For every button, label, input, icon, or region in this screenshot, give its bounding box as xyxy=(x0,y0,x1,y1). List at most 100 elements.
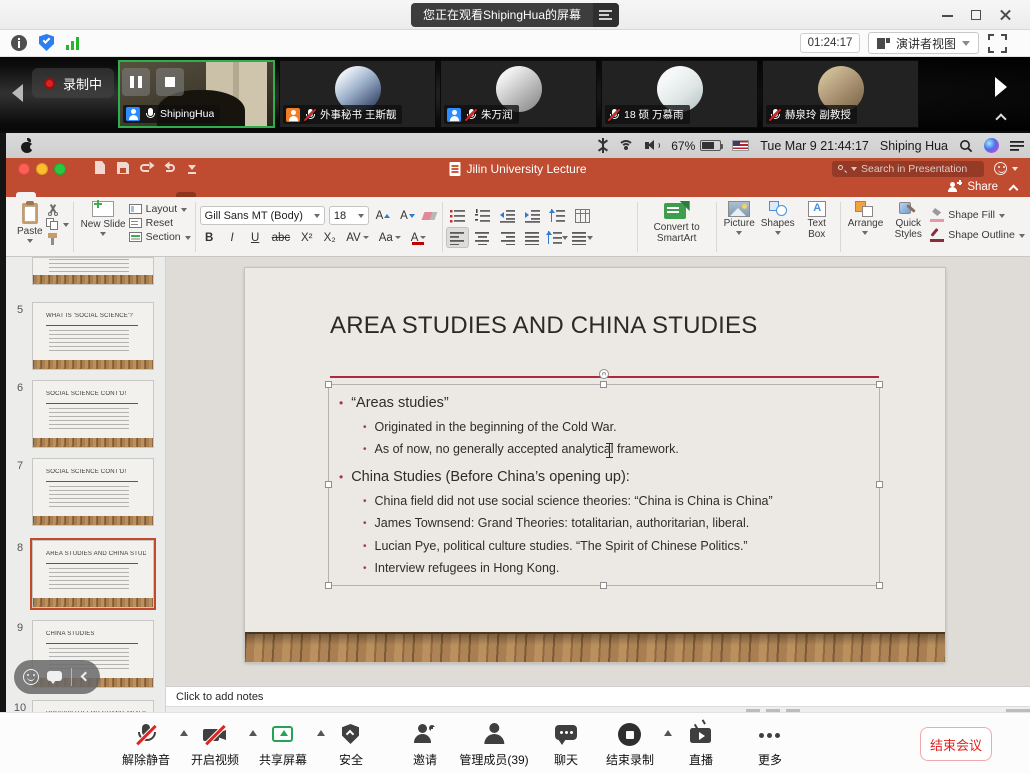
menubar-clock[interactable]: Tue Mar 9 21:44:17 xyxy=(760,139,869,153)
share-button[interactable]: Share xyxy=(948,181,998,193)
zoom-toolbar-button[interactable]: 安全 xyxy=(337,722,365,768)
bullet-line[interactable]: • “Areas studies” xyxy=(339,395,873,412)
traffic-light-minimize-button[interactable] xyxy=(36,163,48,175)
slide-thumbnail[interactable]: 8 AREA STUDIES AND CHINA STUDIES xyxy=(6,540,166,608)
zoom-toolbar-button[interactable]: 邀请 xyxy=(411,722,439,768)
meeting-info-icon[interactable] xyxy=(11,35,27,51)
align-left-button[interactable] xyxy=(447,228,468,247)
slide-title[interactable]: AREA STUDIES AND CHINA STUDIES xyxy=(330,312,757,340)
shape-outline-button[interactable]: Shape Outline xyxy=(930,228,1025,242)
resize-handle[interactable] xyxy=(876,481,883,488)
redo-icon[interactable] xyxy=(163,161,176,176)
traffic-light-close-button[interactable] xyxy=(18,163,30,175)
feedback-smiley-button[interactable] xyxy=(994,162,1018,176)
participant-tile[interactable]: 赫泉玲 副教授 xyxy=(762,60,919,128)
resize-handle[interactable] xyxy=(600,582,607,589)
slide-thumbnail[interactable] xyxy=(6,257,166,285)
apple-logo-icon[interactable] xyxy=(20,138,34,154)
resize-handle[interactable] xyxy=(325,381,332,388)
minimize-button[interactable] xyxy=(940,7,956,23)
notification-center-icon[interactable] xyxy=(1010,140,1024,152)
toolbar-button-caret-icon[interactable] xyxy=(664,730,672,736)
text-box-button[interactable]: Text Box xyxy=(798,200,836,241)
scroll-right-arrow[interactable] xyxy=(995,77,1007,97)
slide-thumbnail[interactable]: 10 POSSIBILITY FOR GRAND ANALYTICAL xyxy=(6,700,166,712)
spotlight-search-icon[interactable] xyxy=(959,139,973,153)
bluetooth-icon[interactable] xyxy=(598,138,607,153)
slide-canvas[interactable]: AREA STUDIES AND CHINA STUDIES • “Areas … xyxy=(245,268,945,662)
bullets-button[interactable] xyxy=(447,206,468,225)
bold-button[interactable]: B xyxy=(200,228,219,247)
resize-handle[interactable] xyxy=(876,582,883,589)
copy-button[interactable] xyxy=(46,218,69,231)
new-slide-button[interactable]: New Slide xyxy=(78,200,129,237)
picture-button[interactable]: Picture xyxy=(721,200,758,236)
superscript-button[interactable]: X² xyxy=(297,228,316,247)
increase-indent-button[interactable] xyxy=(522,206,543,225)
change-case-button[interactable]: Aa xyxy=(376,228,404,247)
resize-handle[interactable] xyxy=(876,381,883,388)
justify-button[interactable] xyxy=(522,228,543,247)
font-size-combobox[interactable]: 18 xyxy=(329,206,369,225)
decrease-indent-button[interactable] xyxy=(497,206,518,225)
font-name-combobox[interactable]: Gill Sans MT (Body) xyxy=(200,206,325,225)
zoom-toolbar-button[interactable]: 结束录制 xyxy=(606,722,654,768)
participant-tile[interactable]: 朱万润 xyxy=(440,60,597,128)
maximize-button[interactable] xyxy=(968,7,984,23)
bullet-line[interactable]: • James Townsend: Grand Theories: totali… xyxy=(363,516,873,531)
notes-pane[interactable]: Click to add notes xyxy=(166,686,1030,706)
zoom-toolbar-button[interactable]: 管理成员(39) xyxy=(459,722,528,768)
shapes-button[interactable]: Shapes xyxy=(758,200,798,236)
resize-handle[interactable] xyxy=(325,481,332,488)
siri-icon[interactable] xyxy=(984,138,999,153)
add-columns-button[interactable] xyxy=(572,206,593,225)
subscript-button[interactable]: X₂ xyxy=(320,228,339,247)
reactions-emoji-icon[interactable] xyxy=(23,669,39,685)
increase-font-size-button[interactable]: A xyxy=(373,206,394,225)
close-button[interactable] xyxy=(998,7,1014,23)
scroll-left-arrow[interactable] xyxy=(12,84,23,102)
fullscreen-button[interactable] xyxy=(988,34,1007,53)
resize-handle[interactable] xyxy=(325,582,332,589)
bullet-line[interactable]: • China Studies (Before China’s opening … xyxy=(339,469,873,486)
character-spacing-button[interactable]: AV xyxy=(343,228,372,247)
convert-to-smartart-button[interactable]: Convert to SmartArt xyxy=(642,200,712,245)
participant-tile[interactable]: 外事秘书 王斯靓 xyxy=(279,60,436,128)
undo-icon[interactable] xyxy=(140,161,153,176)
selected-text-box[interactable]: • “Areas studies” • Originated in the be… xyxy=(328,384,880,586)
zoom-toolbar-button[interactable]: 聊天 xyxy=(552,722,580,768)
stop-recording-button[interactable] xyxy=(156,68,184,96)
banner-options-icon[interactable] xyxy=(593,3,619,27)
italic-button[interactable]: I xyxy=(223,228,242,247)
shape-fill-button[interactable]: Shape Fill xyxy=(930,208,1025,222)
align-right-button[interactable] xyxy=(497,228,518,247)
bullet-line[interactable]: • As of now, no generally accepted analy… xyxy=(363,442,873,457)
zoom-toolbar-button[interactable]: 更多 xyxy=(756,722,784,768)
search-input[interactable] xyxy=(861,163,971,175)
slide-thumbnail[interactable]: 6 SOCIAL SCIENCE CONT'D! xyxy=(6,380,166,448)
presentation-search-box[interactable] xyxy=(832,161,984,177)
bullet-line[interactable]: • China field did not use social science… xyxy=(363,494,873,509)
input-language-flag-icon[interactable] xyxy=(732,140,749,151)
bullet-line[interactable]: • Originated in the beginning of the Col… xyxy=(363,420,873,435)
toolbar-options-icon[interactable] xyxy=(186,161,199,176)
format-painter-button[interactable] xyxy=(46,233,69,246)
section-button[interactable]: Section xyxy=(129,231,191,243)
encryption-shield-icon[interactable] xyxy=(39,34,54,51)
layout-button[interactable]: Layout xyxy=(129,203,191,215)
cut-button[interactable] xyxy=(46,203,69,216)
battery-indicator[interactable]: 67% xyxy=(671,139,721,153)
pause-recording-button[interactable] xyxy=(122,68,150,96)
reactions-chat-icon[interactable] xyxy=(47,670,63,684)
strikethrough-button[interactable]: abc xyxy=(269,228,294,247)
collapse-chevron-icon[interactable] xyxy=(80,672,90,682)
end-meeting-button[interactable]: 结束会议 xyxy=(920,727,992,761)
bullet-line[interactable]: • Lucian Pye, political culture studies.… xyxy=(363,539,873,554)
paste-button[interactable]: Paste xyxy=(14,200,46,244)
underline-button[interactable]: U xyxy=(246,228,265,247)
font-color-button[interactable]: A xyxy=(408,228,430,247)
zoom-toolbar-button[interactable]: 解除静音 xyxy=(122,722,170,768)
quick-styles-button[interactable]: Quick Styles xyxy=(886,200,930,241)
menubar-username[interactable]: Shiping Hua xyxy=(880,139,948,153)
volume-icon[interactable] xyxy=(645,140,660,152)
